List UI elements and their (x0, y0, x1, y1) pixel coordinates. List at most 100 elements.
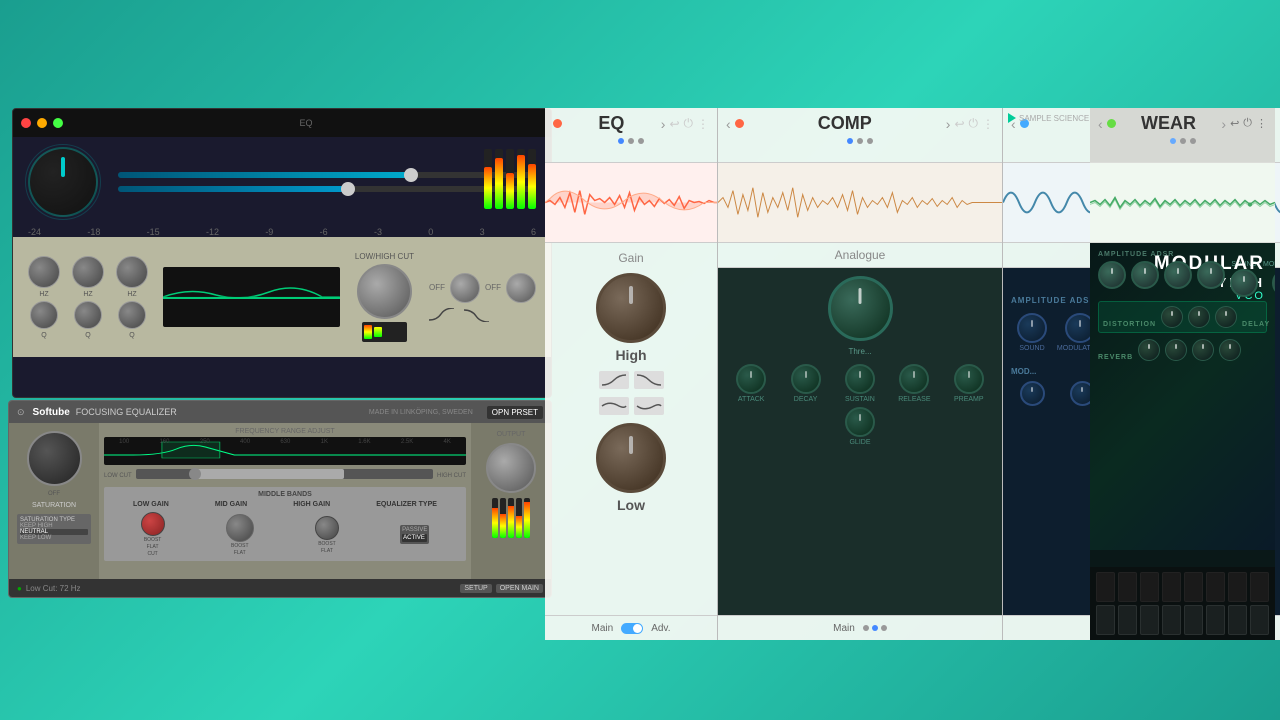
comp-threshold-knob[interactable] (828, 276, 893, 341)
eq-hcut-knob[interactable] (506, 273, 536, 303)
pad-1-5[interactable] (1184, 572, 1203, 602)
comp-undo[interactable]: ↩ (954, 117, 964, 131)
mod-s1-knob[interactable] (1020, 381, 1045, 406)
pad-2-1[interactable] (1096, 605, 1115, 635)
maximize-dot[interactable] (53, 118, 63, 128)
eq-band1-q-knob[interactable] (30, 301, 58, 329)
eq-curve-btn-3[interactable] (599, 397, 629, 415)
pad-1-3[interactable] (1140, 572, 1159, 602)
softube-passive[interactable]: PASSIVE (402, 527, 427, 533)
eq-sliders (118, 172, 536, 192)
pad-2-5[interactable] (1184, 605, 1203, 635)
eq-band1-knob[interactable] (28, 256, 60, 288)
pad-1-4[interactable] (1162, 572, 1181, 602)
pad-2-4[interactable] (1162, 605, 1181, 635)
eq-power[interactable]: ⏻ (684, 116, 694, 131)
synth-k5-knob[interactable] (1230, 269, 1258, 297)
pad-1-2[interactable] (1118, 572, 1137, 602)
eq-nav-right[interactable]: › (661, 116, 666, 132)
wear-undo[interactable]: ↩ (1230, 117, 1239, 130)
eq-footer-toggle[interactable] (621, 623, 643, 634)
comp-sustain-knob[interactable] (845, 364, 875, 394)
softube-openMain-btn[interactable]: OPEN MAIN (496, 584, 543, 593)
wear-menu[interactable]: ⋮ (1256, 117, 1267, 130)
eq-name-row: EQ › ↩ ⏻ ⋮ (553, 113, 709, 134)
synth-k4-knob[interactable] (1197, 261, 1225, 289)
eq-curve-btn-2[interactable] (634, 371, 664, 389)
softube-saturation-knob[interactable] (27, 431, 82, 486)
softube-mid-boost: BOOST (231, 543, 249, 549)
comp-release-label: RELEASE (898, 396, 930, 403)
softube-highgain-knob[interactable] (315, 516, 339, 540)
comp-release-knob[interactable] (899, 364, 929, 394)
eq-undo[interactable]: ↩ (669, 117, 679, 131)
synth-rk4-knob[interactable] (1219, 339, 1241, 361)
softube-active[interactable]: ACTIVE (402, 534, 427, 542)
pad-1-6[interactable] (1206, 572, 1225, 602)
softube-keeplo[interactable]: KEEP LOW (20, 535, 88, 541)
comp-decay-knob[interactable] (791, 364, 821, 394)
comp-attack-knob[interactable] (736, 364, 766, 394)
eq-low-knob[interactable] (596, 423, 666, 493)
comp-attack-label: ATTACK (738, 396, 765, 403)
minimize-dot[interactable] (37, 118, 47, 128)
softube-midgain-group: BOOST FLAT (226, 514, 254, 556)
pad-2-7[interactable] (1228, 605, 1247, 635)
softube-midgain-label: MID GAIN (215, 501, 247, 508)
softube-setup-btn[interactable]: SETUP (460, 584, 491, 593)
comp-nav-left[interactable]: ‹ (726, 116, 731, 132)
softube-range-slider[interactable] (136, 469, 433, 479)
synth-k2-knob[interactable] (1131, 261, 1159, 289)
pad-2-8[interactable] (1250, 605, 1269, 635)
softube-midgain-knob[interactable] (226, 514, 254, 542)
comp-glide-label: GLIDE (849, 439, 870, 446)
eq-main-knob[interactable] (28, 147, 98, 217)
eq-high-knob[interactable] (596, 273, 666, 343)
pad-2-6[interactable] (1206, 605, 1225, 635)
comp-menu[interactable]: ⋮ (982, 117, 994, 131)
eq-dot (553, 119, 562, 128)
comp-glide-knob[interactable] (845, 407, 875, 437)
eq-menu[interactable]: ⋮ (697, 117, 709, 131)
comp-power[interactable]: ⏻ (969, 116, 979, 131)
synth-k6-knob[interactable] (1272, 269, 1275, 297)
comp-dot (735, 119, 744, 128)
synth-gk1-knob[interactable] (1161, 306, 1183, 328)
synth-gk3-knob[interactable] (1215, 306, 1237, 328)
eq-band2-q-knob[interactable] (74, 301, 102, 329)
synth-k1-knob[interactable] (1098, 261, 1126, 289)
eq-band3-knob[interactable] (116, 256, 148, 288)
mod-sound-knob[interactable] (1017, 313, 1047, 343)
eq-curve-btn-1[interactable] (599, 371, 629, 389)
wear-nav-right[interactable]: › (1221, 116, 1226, 132)
softube-output-knob[interactable] (486, 443, 536, 493)
pad-2-2[interactable] (1118, 605, 1137, 635)
eq-section-header: EQ › ↩ ⏻ ⋮ (545, 108, 717, 163)
wear-nav-left[interactable]: ‹ (1098, 116, 1103, 132)
wear-dot-1 (1170, 138, 1176, 144)
eq-curve-btn-4[interactable] (634, 397, 664, 415)
pad-1-8[interactable] (1250, 572, 1269, 602)
eq-band2-knob[interactable] (72, 256, 104, 288)
comp-preamp-knob[interactable] (954, 364, 984, 394)
synth-rk1-knob[interactable] (1138, 339, 1160, 361)
comp-nav-right[interactable]: › (946, 116, 951, 132)
eq-band3-q-knob[interactable] (118, 301, 146, 329)
softube-open-preset-btn[interactable]: OPN PRSET (487, 406, 543, 419)
synth-rk2-knob[interactable] (1165, 339, 1187, 361)
eq-lcut-knob[interactable] (450, 273, 480, 303)
eq-slider-2[interactable] (118, 186, 536, 192)
synth-k3-knob[interactable] (1164, 261, 1192, 289)
pad-1-1[interactable] (1096, 572, 1115, 602)
softube-lowgain-knob[interactable] (141, 512, 165, 536)
pad-1-7[interactable] (1228, 572, 1247, 602)
pad-2-3[interactable] (1140, 605, 1159, 635)
wear-power[interactable]: ⏻ (1243, 117, 1252, 130)
eq-output-knob[interactable] (357, 264, 412, 319)
eq-slider-1[interactable] (118, 172, 536, 178)
comp-footer-main: Main (833, 623, 855, 634)
softube-band-knobs: BOOST FLAT CUT BOOST FLAT BOOST FLAT (110, 512, 460, 557)
close-dot[interactable] (21, 118, 31, 128)
synth-gk2-knob[interactable] (1188, 306, 1210, 328)
synth-rk3-knob[interactable] (1192, 339, 1214, 361)
